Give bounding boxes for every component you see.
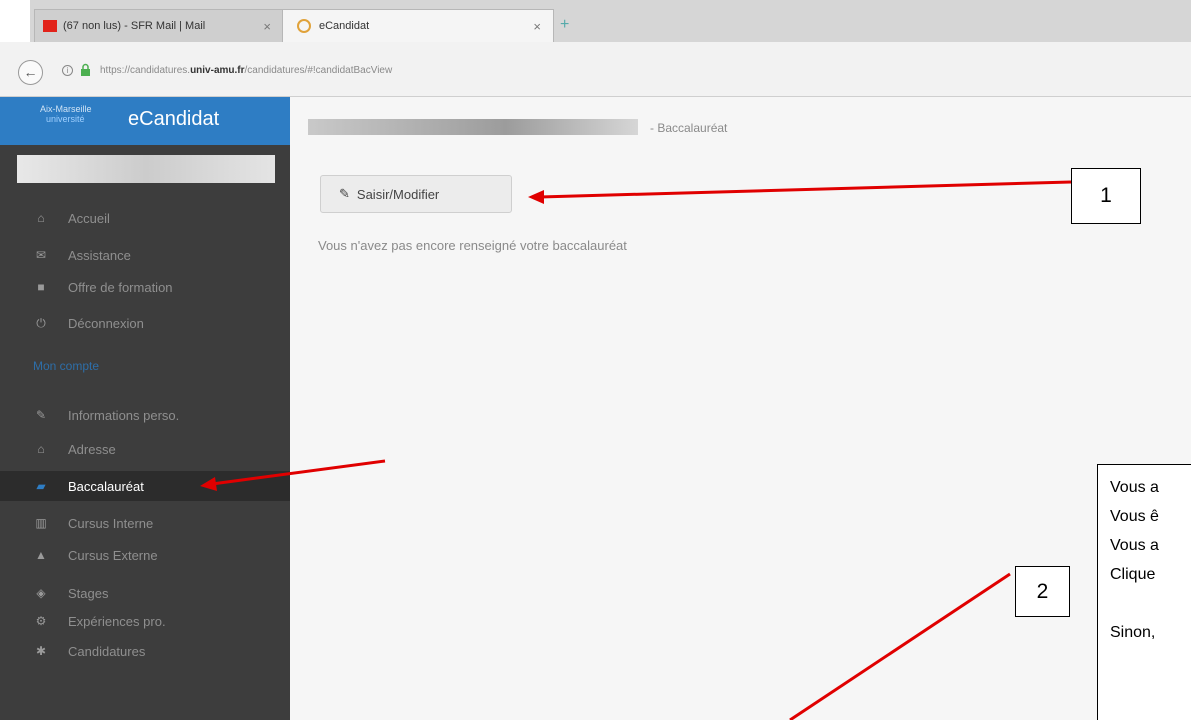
callout-line (1110, 589, 1191, 618)
sidebar-item-experiences-pro[interactable]: ⚙ Expériences pro. (0, 606, 290, 636)
callout-line: Vous a (1110, 479, 1159, 496)
sidebar-item-assistance[interactable]: ✉ Assistance (0, 240, 290, 270)
bookmark-icon: ■ (37, 280, 45, 294)
sidebar-item-offre-formation[interactable]: ■ Offre de formation (0, 272, 290, 302)
page-title: - Baccalauréat (650, 121, 728, 135)
close-icon[interactable]: × (263, 19, 271, 34)
sidebar-item-stages[interactable]: ◈ Stages (0, 578, 290, 608)
address-bar: ← i https://candidatures.univ-amu.fr/can… (0, 42, 1191, 97)
back-arrow-icon[interactable]: ← (18, 60, 43, 85)
support-icon: ✉ (35, 248, 47, 262)
tab-title: (67 non lus) - SFR Mail | Mail (63, 20, 206, 32)
breadcrumb-blurred-name (308, 119, 638, 135)
gears-icon: ⚙ (35, 614, 47, 628)
new-tab-icon[interactable]: + (560, 16, 569, 34)
tab-title: eCandidat (319, 20, 370, 32)
url-input[interactable]: https://candidatures.univ-amu.fr/candida… (100, 65, 392, 76)
callout-line: Clique (1110, 566, 1156, 583)
section-label-mon-compte: Mon compte (33, 359, 100, 373)
sidebar-item-cursus-interne[interactable]: ▥ Cursus Interne (0, 508, 290, 538)
home-icon: ⌂ (37, 211, 45, 225)
sidebar-item-candidatures[interactable]: ✱ Candidatures (0, 636, 290, 666)
info-icon[interactable]: i (62, 65, 73, 76)
no-baccalaureat-message: Vous n'avez pas encore renseigné votre b… (318, 238, 627, 253)
briefcase-icon: ◈ (36, 586, 46, 600)
tab-ecandidat[interactable]: eCandidat × (282, 9, 554, 42)
saisir-modifier-button[interactable]: ✎ Saisir/Modifier (320, 175, 512, 213)
annotation-box-1: 1 (1071, 168, 1141, 224)
power-icon: ⏻ (36, 315, 46, 330)
close-icon[interactable]: × (533, 19, 541, 34)
star-icon: ✱ (35, 644, 47, 658)
app-title: eCandidat (128, 108, 220, 130)
callout-line: Vous a (1110, 537, 1159, 554)
sidebar-item-deconnexion[interactable]: ⏻ Déconnexion (0, 308, 290, 338)
browser-tab-bar: (67 non lus) - SFR Mail | Mail × eCandid… (0, 0, 1191, 42)
sfr-favicon-icon (43, 20, 57, 32)
sidebar-item-cursus-externe[interactable]: ▲ Cursus Externe (0, 540, 290, 570)
sidebar-item-baccalaureat[interactable]: ▰ Baccalauréat (0, 471, 290, 501)
main-content: - Baccalauréat ✎ Saisir/Modifier Vous n'… (290, 97, 1191, 720)
pencil-icon: ✎ (35, 408, 47, 422)
lock-icon (81, 63, 90, 76)
graduation-cap-icon: ▲ (35, 548, 47, 562)
pencil-icon: ✎ (339, 186, 350, 201)
home-icon: ⌂ (37, 442, 45, 456)
ecandidat-favicon-icon (297, 19, 311, 33)
tab-bar-left-strip (0, 0, 30, 42)
sidebar-item-accueil[interactable]: ⌂ Accueil (0, 203, 290, 233)
university-logo: Aix-Marseille université (40, 104, 92, 124)
annotation-callout: Vous a Vous ê Vous a Clique Sinon, (1097, 464, 1191, 720)
callout-line: Vous ê (1110, 508, 1159, 525)
bac-icon: ▰ (36, 479, 46, 493)
sidebar-item-informations-perso[interactable]: ✎ Informations perso. (0, 400, 290, 430)
institution-icon: ▥ (35, 516, 47, 530)
sidebar-item-adresse[interactable]: ⌂ Adresse (0, 434, 290, 464)
callout-line: Sinon, (1110, 624, 1156, 641)
brand-header[interactable]: Aix-Marseille université eCandidat (0, 97, 290, 145)
user-name-blurred (17, 155, 275, 183)
annotation-box-2: 2 (1015, 566, 1070, 617)
tab-sfr-mail[interactable]: (67 non lus) - SFR Mail | Mail × (34, 9, 284, 42)
sidebar: Aix-Marseille université eCandidat ⌂ Acc… (0, 97, 290, 720)
